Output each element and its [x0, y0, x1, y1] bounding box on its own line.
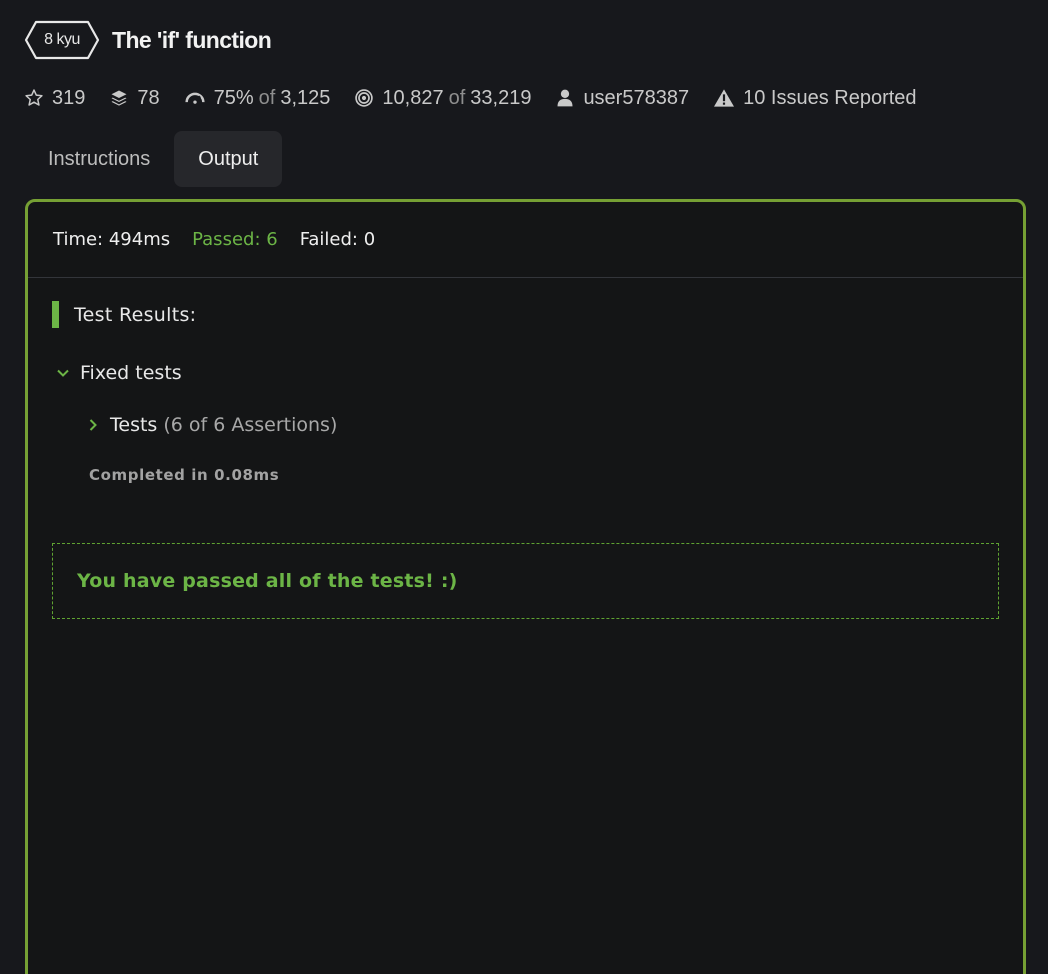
layers-icon	[111, 90, 127, 106]
collections-count: 78	[137, 86, 160, 109]
satisfaction-percent: 75%	[213, 86, 254, 109]
result-summary: Time: 494ms Passed: 6 Failed: 0	[28, 202, 1023, 278]
completed-time: Completed in 0.08ms	[89, 466, 280, 484]
rank-badge: 8 kyu	[24, 20, 100, 60]
chevron-down-icon	[57, 369, 69, 377]
warning-icon	[714, 89, 735, 107]
gauge-icon	[185, 92, 205, 104]
time-label: Time: 494ms	[53, 229, 171, 250]
completed-count: 10,827	[382, 86, 444, 109]
kata-header: 8 kyu The 'if' function	[24, 20, 272, 60]
failed-label: Failed: 0	[299, 229, 376, 250]
success-message: You have passed all of the tests! :)	[77, 570, 458, 592]
user-icon	[557, 89, 573, 107]
collections-stat[interactable]: 78	[109, 86, 160, 110]
kata-stats: 319 78 75% of 3,125 10,827 of 33,219 use…	[24, 84, 941, 112]
tab-output[interactable]: Output	[174, 131, 283, 187]
rank-label: 8 kyu	[44, 31, 80, 48]
issues-stat[interactable]: 10 Issues Reported	[713, 86, 917, 110]
tests-subgroup[interactable]: Tests (6 of 6 Assertions)	[88, 414, 337, 436]
chevron-right-icon	[89, 419, 97, 431]
attempted-count: 33,219	[470, 86, 532, 109]
tab-instructions[interactable]: Instructions	[24, 131, 174, 187]
results-title: Test Results:	[74, 303, 197, 326]
satisfaction-stat[interactable]: 75% of 3,125	[184, 86, 331, 110]
passed-label: Passed: 6	[192, 229, 278, 250]
subgroup-label: Tests	[110, 414, 158, 436]
target-icon	[355, 89, 374, 107]
of-label: of	[258, 86, 276, 109]
group-label: Fixed tests	[80, 362, 182, 384]
issues-label: 10 Issues Reported	[743, 86, 917, 109]
stars-count: 319	[52, 86, 86, 109]
satisfaction-votes: 3,125	[280, 86, 331, 109]
output-panel: Time: 494ms Passed: 6 Failed: 0 Test Res…	[25, 199, 1026, 974]
author-name: user578387	[583, 86, 690, 109]
stars-stat[interactable]: 319	[24, 87, 85, 110]
success-box: You have passed all of the tests! :)	[52, 543, 999, 619]
star-icon	[25, 89, 43, 106]
completions-stat[interactable]: 10,827 of 33,219	[354, 87, 531, 110]
assertions-count: (6 of 6 Assertions)	[163, 414, 338, 436]
results-accent-bar	[52, 301, 59, 328]
kata-page: 8 kyu The 'if' function 319 78 75% of 3,…	[0, 0, 1048, 974]
author-stat[interactable]: user578387	[555, 87, 689, 110]
results-heading: Test Results:	[52, 301, 196, 328]
fixed-tests-group[interactable]: Fixed tests	[56, 362, 182, 384]
of-label: of	[448, 86, 466, 109]
view-tabs: Instructions Output	[24, 131, 283, 187]
kata-title: The 'if' function	[112, 26, 272, 53]
